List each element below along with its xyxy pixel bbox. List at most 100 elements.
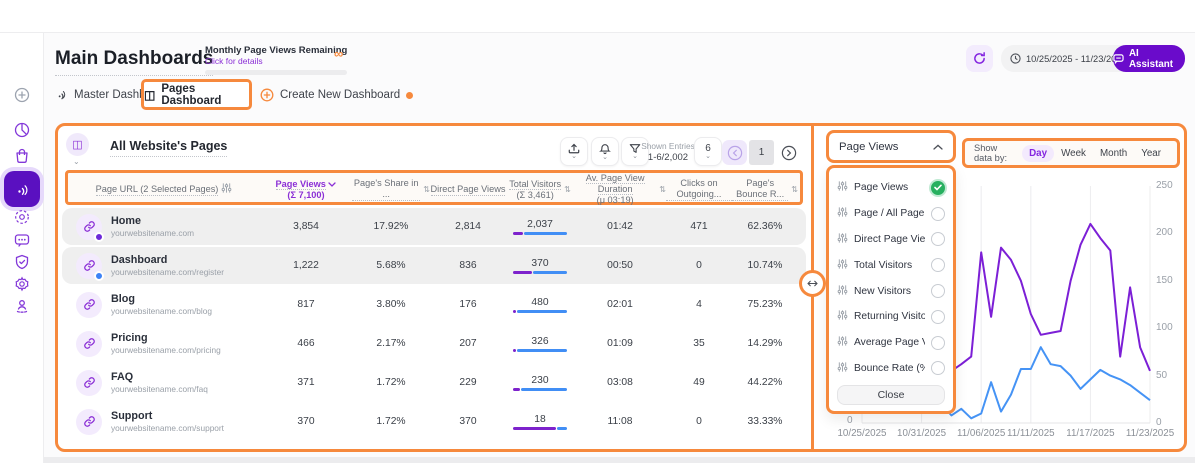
pages-window-icon[interactable]: ◫ [66,133,89,156]
metric-dropdown-header[interactable]: Page Views [826,130,956,163]
y-axis-tick: 0 [1156,417,1162,428]
quota-progress-bar [205,70,347,75]
target-scan-icon [13,208,31,226]
export-button[interactable]: ⌄ [560,137,588,166]
show-by-month[interactable]: Month [1093,145,1134,162]
show-by-day[interactable]: Day [1022,145,1054,162]
radio-unchecked-icon[interactable] [931,310,945,324]
cell-bounce: 10.74% [732,260,798,271]
cell-direct-views: 370 [430,416,506,427]
quota-details-link[interactable]: Click for details [205,56,263,66]
ai-assistant-button[interactable]: AI Assistant [1113,45,1185,72]
metric-option-new-visitors[interactable]: New Visitors [837,278,945,304]
table-row-home[interactable]: Home yourwebsitename.com 3,854 17.92% 2,… [62,208,806,245]
cell-page-views: 3,854 [260,221,352,232]
close-button[interactable]: Close [837,385,945,405]
page-url: yourwebsitename.com/pricing [111,345,221,355]
drag-sliders-icon [837,361,848,376]
drag-sliders-icon [837,335,848,350]
sidebar-item-pie-chart[interactable] [8,116,36,144]
refresh-button[interactable] [966,45,993,72]
radio-unchecked-icon[interactable] [931,336,945,350]
table-row-pricing[interactable]: Pricing yourwebsitename.com/pricing 466 … [62,325,806,362]
column-header-6[interactable]: Av. Page View Duration(μ 03:19)⇅ [574,173,666,206]
metric-option-page-all-page-vi[interactable]: Page / All Page Vi... [837,201,945,227]
cell-direct-views: 836 [430,260,506,271]
current-page-number[interactable]: 1 [749,140,774,165]
chat-icon [1113,53,1124,64]
radar-dashboard-icon [55,88,68,101]
cell-bounce: 75.23% [732,299,798,310]
cell-clicks: 0 [666,416,732,427]
drag-sliders-icon [837,284,848,299]
drag-handle-icon[interactable] [221,182,232,197]
table-row-faq[interactable]: FAQ yourwebsitename.com/faq 371 1.72% 22… [62,364,806,401]
page-size-select[interactable]: 6 ⌄ [694,137,722,166]
tab-create-label: Create New Dashboard [280,89,400,101]
sidebar-item-shopping-bag[interactable] [8,142,36,170]
chat-icon [13,231,31,249]
sidebar-item-radar-dashboard[interactable] [4,171,40,207]
metric-option-total-visitors[interactable]: Total Visitors [837,252,945,278]
pie-chart-icon [13,121,31,139]
metric-option-direct-page-views[interactable]: Direct Page Views [837,227,945,253]
date-range-value: 10/25/2025 - 11/23/2025 [1026,54,1127,64]
table-body: Home yourwebsitename.com 3,854 17.92% 2,… [62,208,806,442]
cell-share: 1.72% [352,377,430,388]
sidebar-item-add-circle[interactable] [8,81,36,109]
radio-unchecked-icon[interactable] [931,284,945,298]
metric-option-label: Page / All Page Vi... [854,208,925,219]
metric-option-returning-visitors[interactable]: Returning Visitors [837,304,945,330]
metric-option-label: Average Page Vie... [854,337,925,348]
previous-page-button[interactable] [722,140,747,165]
column-header-2[interactable]: Page Views (Σ 7,100) [260,179,352,201]
next-page-button[interactable] [776,140,801,165]
tab-pages-dashboard[interactable]: ◫ Pages Dashboard [141,79,252,110]
table-row-support[interactable]: Support yourwebsitename.com/support 370 … [62,403,806,440]
metric-option-bounce-rate[interactable]: Bounce Rate (%) [837,356,945,382]
column-header-1[interactable]: Page URL (2 Selected Pages) [68,182,260,197]
column-header-8[interactable]: Page's Bounce R...⇅ [732,178,798,201]
show-by-year[interactable]: Year [1134,145,1168,162]
y-axis-tick: 50 [1156,370,1167,381]
cell-page-views: 466 [260,338,352,349]
metric-option-average-page-vie[interactable]: Average Page Vie... [837,330,945,356]
page-url: yourwebsitename.com [111,228,194,238]
alerts-button[interactable]: ⌄ [591,137,619,166]
visitors-split-bar [513,232,567,235]
drag-sliders-icon [837,206,848,221]
column-header-4[interactable]: Direct Page Views [430,184,506,196]
radar-dashboard-icon [13,180,31,198]
radio-unchecked-icon[interactable] [931,207,945,221]
drag-sliders-icon [837,180,848,195]
radio-unchecked-icon[interactable] [931,258,945,272]
cell-share: 1.72% [352,416,430,427]
cell-clicks: 4 [666,299,732,310]
tab-create-new-dashboard[interactable]: Create New Dashboard [260,88,413,102]
cell-clicks: 35 [666,338,732,349]
column-header-3[interactable]: Page's Share in ...⇅ [352,178,430,201]
radio-unchecked-icon[interactable] [931,232,945,246]
table-title: All Website's Pages [110,139,227,157]
chevron-up-icon [933,144,943,150]
chevron-down-icon: ⌄ [571,153,577,160]
arrow-left-circle-icon [727,145,743,161]
show-data-by-bar: Show data by: DayWeekMonthYear [962,138,1180,168]
radio-unchecked-icon[interactable] [931,361,945,375]
column-header-5[interactable]: Total Visitors(Σ 3,461)⇅ [506,179,574,201]
cell-direct-views: 176 [430,299,506,310]
show-by-week[interactable]: Week [1054,145,1093,162]
cell-clicks: 0 [666,260,732,271]
cell-total-visitors: 2,037 [506,219,574,235]
panel-collapse-button[interactable] [799,270,826,297]
column-header-7[interactable]: Clicks on Outgoing... [666,178,732,201]
metric-option-page-views[interactable]: Page Views [837,175,945,201]
table-row-dashboard[interactable]: Dashboard yourwebsitename.com/register 1… [62,247,806,284]
sidebar-item-user-location[interactable] [8,292,36,320]
drag-sliders-icon [837,309,848,324]
drag-sliders-icon [837,232,848,247]
horizontal-scrollbar[interactable] [0,457,1195,463]
radio-checked-icon[interactable] [931,181,945,195]
table-row-blog[interactable]: Blog yourwebsitename.com/blog 817 3.80% … [62,286,806,323]
cell-total-visitors: 480 [506,297,574,313]
